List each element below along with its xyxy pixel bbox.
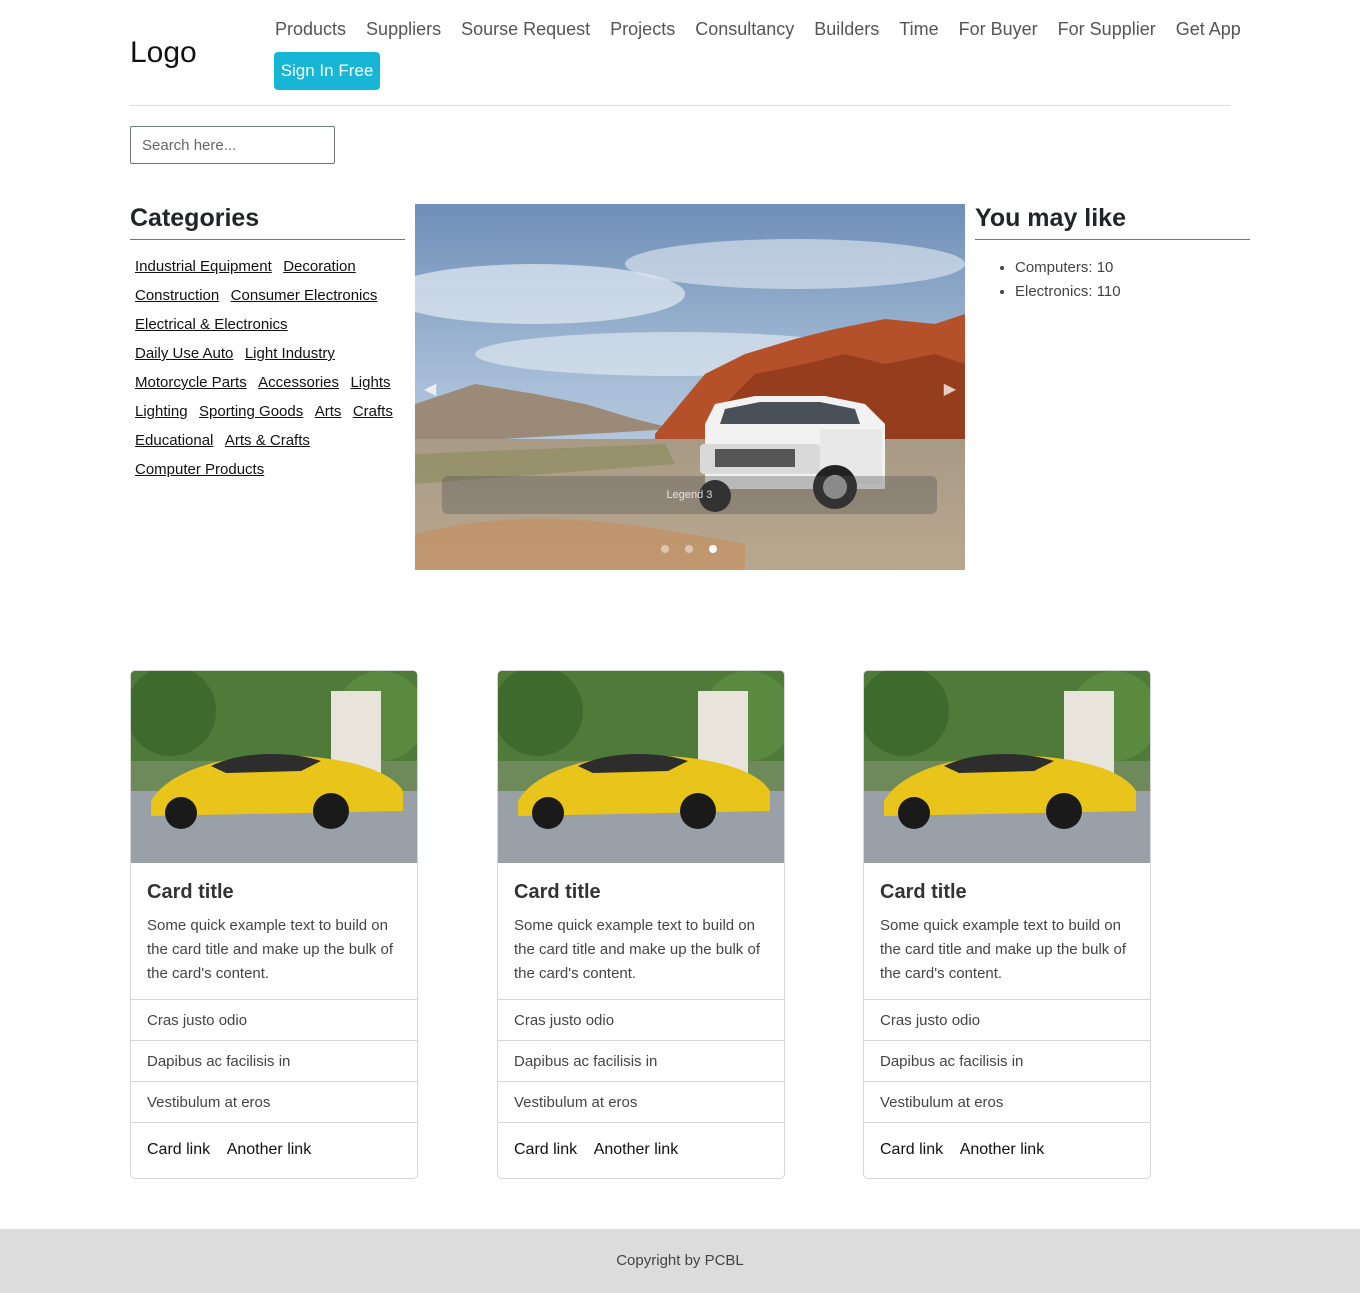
nav-products[interactable]: Products (265, 16, 356, 42)
you-may-like-divider (975, 239, 1250, 240)
category-row: Construction Consumer Electronics (130, 285, 410, 314)
card-link[interactable]: Card link (147, 1141, 210, 1158)
card-link[interactable]: Card link (880, 1141, 943, 1158)
another-link[interactable]: Another link (960, 1141, 1045, 1158)
sign-in-button[interactable]: Sign In Free (274, 52, 380, 90)
carousel-caption: Legend 3 (442, 476, 937, 514)
list-item: Vestibulum at eros (498, 1081, 784, 1122)
card-title: Card title (147, 881, 234, 903)
footer: Copyright by PCBL (0, 1229, 1360, 1293)
you-may-like-heading: You may like (975, 204, 1126, 232)
card-links: Card link Another link (498, 1122, 784, 1178)
category-row: Electrical & Electronics (130, 314, 410, 343)
another-link[interactable]: Another link (227, 1141, 312, 1158)
list-item: Dapibus ac facilisis in (131, 1040, 417, 1081)
nav-for-supplier[interactable]: For Supplier (1048, 16, 1166, 42)
card-image (498, 671, 784, 863)
category-link-daily-use-auto[interactable]: Daily Use Auto (135, 345, 233, 362)
card-links: Card link Another link (864, 1122, 1150, 1178)
search-input[interactable] (130, 126, 335, 164)
product-card: Card title Some quick example text to bu… (863, 670, 1151, 1179)
category-row: Daily Use Auto Light Industry (130, 343, 410, 372)
image-carousel[interactable]: ◀ ▶ Legend 3 (415, 204, 965, 570)
card-title: Card title (880, 881, 967, 903)
card-text: Some quick example text to build on the … (880, 917, 1126, 982)
card-links: Card link Another link (131, 1122, 417, 1178)
category-row: Industrial Equipment Decoration (130, 256, 410, 285)
category-list: Industrial Equipment Decoration Construc… (130, 256, 410, 488)
category-link-crafts[interactable]: Crafts (353, 403, 393, 420)
category-link-decoration[interactable]: Decoration (283, 258, 356, 275)
category-link-motorcycle-parts[interactable]: Motorcycle Parts (135, 374, 247, 391)
category-link-arts[interactable]: Arts (315, 403, 342, 420)
category-link-industrial-equipment[interactable]: Industrial Equipment (135, 258, 272, 275)
chevron-left-icon[interactable]: ◀ (424, 379, 436, 399)
card-body: Card title Some quick example text to bu… (498, 863, 784, 999)
list-item: Cras justo odio (864, 999, 1150, 1040)
list-item: Cras justo odio (498, 999, 784, 1040)
logo[interactable]: Logo (130, 36, 197, 70)
main-nav: Products Suppliers Sourse Request Projec… (265, 16, 1251, 42)
copyright-text: Copyright by PCBL (616, 1252, 744, 1269)
category-link-consumer-electronics[interactable]: Consumer Electronics (231, 287, 378, 304)
list-item: Electronics: 110 (1015, 280, 1121, 304)
carousel-indicator[interactable] (685, 545, 693, 553)
product-card: Card title Some quick example text to bu… (130, 670, 418, 1179)
category-link-light-industry[interactable]: Light Industry (245, 345, 335, 362)
header-divider (130, 105, 1230, 106)
categories-divider (130, 239, 405, 240)
nav-sourse-request[interactable]: Sourse Request (451, 16, 600, 42)
category-link-construction[interactable]: Construction (135, 287, 219, 304)
carousel-indicator-active[interactable] (709, 545, 717, 553)
you-may-like-list: Computers: 10 Electronics: 110 (1015, 256, 1121, 304)
carousel-indicators (661, 545, 717, 553)
list-item: Dapibus ac facilisis in (498, 1040, 784, 1081)
nav-projects[interactable]: Projects (600, 16, 685, 42)
another-link[interactable]: Another link (594, 1141, 679, 1158)
category-row: Motorcycle Parts Accessories Lights (130, 372, 410, 401)
categories-heading: Categories (130, 204, 260, 232)
category-row: Educational Arts & Crafts (130, 430, 410, 459)
nav-builders[interactable]: Builders (804, 16, 889, 42)
card-image (131, 671, 417, 863)
card-title: Card title (514, 881, 601, 903)
card-body: Card title Some quick example text to bu… (131, 863, 417, 999)
category-row: Computer Products (130, 459, 410, 488)
category-link-arts-crafts[interactable]: Arts & Crafts (225, 432, 310, 449)
list-item: Vestibulum at eros (131, 1081, 417, 1122)
nav-get-app[interactable]: Get App (1166, 16, 1251, 42)
card-text: Some quick example text to build on the … (147, 917, 393, 982)
nav-consultancy[interactable]: Consultancy (685, 16, 804, 42)
list-item: Dapibus ac facilisis in (864, 1040, 1150, 1081)
carousel-slide-image (415, 204, 965, 570)
list-item: Vestibulum at eros (864, 1081, 1150, 1122)
nav-for-buyer[interactable]: For Buyer (949, 16, 1048, 42)
card-text: Some quick example text to build on the … (514, 917, 760, 982)
category-link-sporting-goods[interactable]: Sporting Goods (199, 403, 303, 420)
category-link-educational[interactable]: Educational (135, 432, 213, 449)
category-link-electrical-electronics[interactable]: Electrical & Electronics (135, 316, 288, 333)
card-body: Card title Some quick example text to bu… (864, 863, 1150, 999)
category-link-accessories[interactable]: Accessories (258, 374, 339, 391)
list-item: Cras justo odio (131, 999, 417, 1040)
list-item: Computers: 10 (1015, 256, 1121, 280)
product-card: Card title Some quick example text to bu… (497, 670, 785, 1179)
category-link-lights[interactable]: Lights (350, 374, 390, 391)
card-image (864, 671, 1150, 863)
chevron-right-icon[interactable]: ▶ (944, 379, 956, 399)
carousel-indicator[interactable] (661, 545, 669, 553)
category-row: Lighting Sporting Goods Arts Crafts (130, 401, 410, 430)
nav-suppliers[interactable]: Suppliers (356, 16, 451, 42)
category-link-lighting[interactable]: Lighting (135, 403, 188, 420)
card-link[interactable]: Card link (514, 1141, 577, 1158)
nav-time[interactable]: Time (889, 16, 948, 42)
category-link-computer-products[interactable]: Computer Products (135, 461, 264, 478)
